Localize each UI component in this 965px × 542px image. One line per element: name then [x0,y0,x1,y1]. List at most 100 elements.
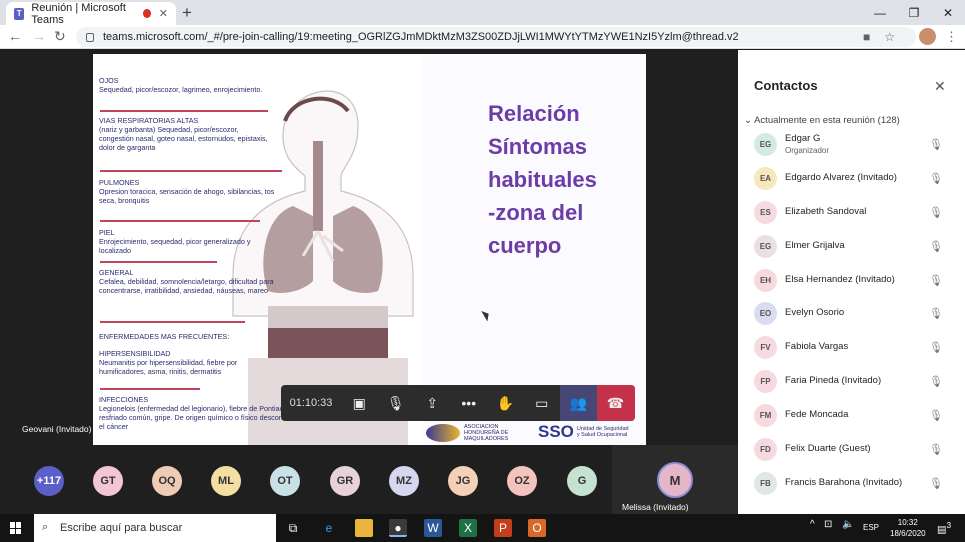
clock-date: 18/6/2020 [890,529,926,538]
edge-icon[interactable]: e [320,519,338,537]
reload-icon[interactable]: ↻ [54,28,66,45]
participant-row[interactable]: FD Felix Duarte (Guest) 🎙 [754,434,959,464]
mic-off-icon[interactable]: 🎙 [378,385,415,421]
participant-row[interactable]: EG Edgar G Organizador 🎙 [754,129,959,159]
camera-icon[interactable]: ■ [863,30,870,44]
section-heading: GENERAL [99,268,134,277]
title-line: -zona del [488,200,584,225]
section-body: Opresion toracica, sensación de ahogo, s… [99,187,275,205]
window-close-button[interactable]: ✕ [931,0,965,25]
notifications-count: 3 [946,520,952,530]
participant-row[interactable]: EG Elmer Grijalva 🎙 [754,231,959,261]
forward-icon[interactable]: → [32,28,46,44]
new-tab-button[interactable]: + [182,3,192,23]
url-bar[interactable]: teams.microsoft.com/_#/pre-join-calling/… [76,27,916,47]
section-body: Enrojecimiento, sequedad, picor generali… [99,237,251,255]
notifications-icon[interactable]: ▤3 [937,520,951,535]
participant-avatar: EA [754,166,777,190]
participant-avatar: EG [754,234,777,258]
word-icon[interactable]: W [424,519,442,537]
section-hypersensitivity: HIPERSENSIBILIDAD Neumanitis por hiperse… [99,349,275,376]
maximize-button[interactable]: ❐ [897,0,931,25]
participant-name: Faria Pineda (Invitado) [785,374,882,386]
participant-avatar: FB [754,471,777,495]
participant-row[interactable]: FV Fabiola Vargas 🎙 [754,332,959,362]
tab-title: Reunión | Microsoft Teams [31,1,126,26]
participants-strip: +117 GT OQ ML OT GR MZ JG OZ G M Melissa… [0,445,738,515]
participant-avatar[interactable]: JG [448,466,478,496]
volume-icon[interactable]: 🔈 [842,519,854,530]
participant-avatar[interactable]: G [567,466,597,496]
network-icon[interactable]: ⊡ [824,519,832,530]
participant-name: Fede Moncada [785,408,849,420]
section-general: GENERAL Cefalea, debilidad, somnolencia/… [99,268,275,295]
address-bar-icons: ■ ☆ [863,30,895,44]
participant-row[interactable]: FB Francis Barahona (Invitado) 🎙 [754,468,959,498]
tab-close-icon[interactable]: ✕ [159,7,168,20]
participant-avatar[interactable]: ML [211,466,241,496]
sso-logo-text: Unidad de Seguridad y Salud Ocupacional [576,425,629,438]
aham-logo-text: ASOCIACION HONDUREÑA DE MAQUILADORES [464,424,509,443]
browser-tab[interactable]: T Reunión | Microsoft Teams ✕ [6,1,176,26]
participant-avatar[interactable]: GT [93,466,123,496]
participants-icon[interactable]: 👥 [560,385,597,421]
participant-row[interactable]: FM Fede Moncada 🎙 [754,400,959,430]
mic-off-icon: 🎙 [929,206,943,219]
camera-off-icon[interactable]: ▣ [341,385,378,421]
self-video-tile[interactable]: M Melissa (Invitado) [612,445,738,515]
hang-up-icon[interactable]: ☎ [596,385,635,421]
title-line: Síntomas [488,134,588,159]
participant-row[interactable]: FP Faria Pineda (Invitado) 🎙 [754,366,959,396]
participant-avatar[interactable]: MZ [389,466,419,496]
participant-name: Francis Barahona (Invitado) [785,476,903,488]
participant-avatar[interactable]: OQ [152,466,182,496]
browser-menu-icon[interactable]: ⋮ [945,29,958,45]
language-indicator[interactable]: ESP [863,523,879,532]
minimize-button[interactable]: — [863,0,897,25]
search-placeholder: Escribe aquí para buscar [60,522,183,534]
participant-row[interactable]: EH Elsa Hernandez (Invitado) 🎙 [754,265,959,295]
windows-start-icon[interactable] [10,522,22,534]
section-body: Neumanitis por hipersensibilidad, fiebre… [99,358,238,376]
participant-row[interactable]: EA Edgardo Alvarez (Invitado) 🎙 [754,163,959,193]
call-timer: 01:10:33 [289,397,333,409]
mic-off-icon: 🎙 [929,409,943,422]
taskbar-search[interactable]: ⌕ Escribe aquí para buscar [34,514,276,542]
recording-indicator-icon [143,9,151,18]
participant-avatar[interactable]: OZ [507,466,537,496]
participant-avatar[interactable]: GR [330,466,360,496]
tray-chevron-icon[interactable]: ^ [810,519,815,530]
back-icon[interactable]: ← [8,28,22,44]
raise-hand-icon[interactable]: ✋ [487,385,524,421]
divider [100,388,200,390]
section-heading: ENFERMEDADES MAS FRECUENTES: [99,332,230,341]
outlook-icon[interactable]: O [528,519,546,537]
participant-avatar[interactable]: OT [270,466,300,496]
participant-row[interactable]: EO Evelyn Osorio 🎙 [754,298,959,328]
in-meeting-section-header[interactable]: ⌄ Actualmente en esta reunión (128) [744,115,900,126]
panel-close-icon[interactable]: ✕ [934,78,946,95]
excel-icon[interactable]: X [459,519,477,537]
section-heading: VIAS RESPIRATORIAS ALTAS [99,116,199,125]
call-controls: 01:10:33 ▣ 🎙 ⇪ ••• ✋ ▭ 👥 ☎ [281,385,635,421]
powerpoint-icon[interactable]: P [494,519,512,537]
profile-avatar[interactable] [919,28,936,45]
section-body: Sequedad, picor/escozor, lagrimeo, enroj… [99,85,263,94]
chrome-icon[interactable]: ● [389,519,407,537]
mic-off-icon: 🎙 [929,307,943,320]
file-explorer-icon[interactable] [355,519,373,537]
more-participants-button[interactable]: +117 [34,466,64,496]
clock[interactable]: 10:32 18/6/2020 [890,517,926,539]
task-view-icon[interactable]: ⧉ [284,519,302,537]
chat-icon[interactable]: ▭ [524,385,561,421]
address-bar-row: ← → ↻ teams.microsoft.com/_#/pre-join-ca… [0,25,965,49]
more-icon[interactable]: ••• [451,385,488,421]
share-icon[interactable]: ⇪ [414,385,451,421]
participant-name: Edgardo Alvarez (Invitado) [785,171,897,183]
title-line: Relación [488,101,580,126]
section-lungs: PULMONES Opresion toracica, sensación de… [99,178,275,205]
bookmark-star-icon[interactable]: ☆ [884,30,895,44]
section-heading: PIEL [99,228,115,237]
participant-row[interactable]: ES Elizabeth Sandoval 🎙 [754,197,959,227]
panel-title: Contactos [754,78,818,93]
